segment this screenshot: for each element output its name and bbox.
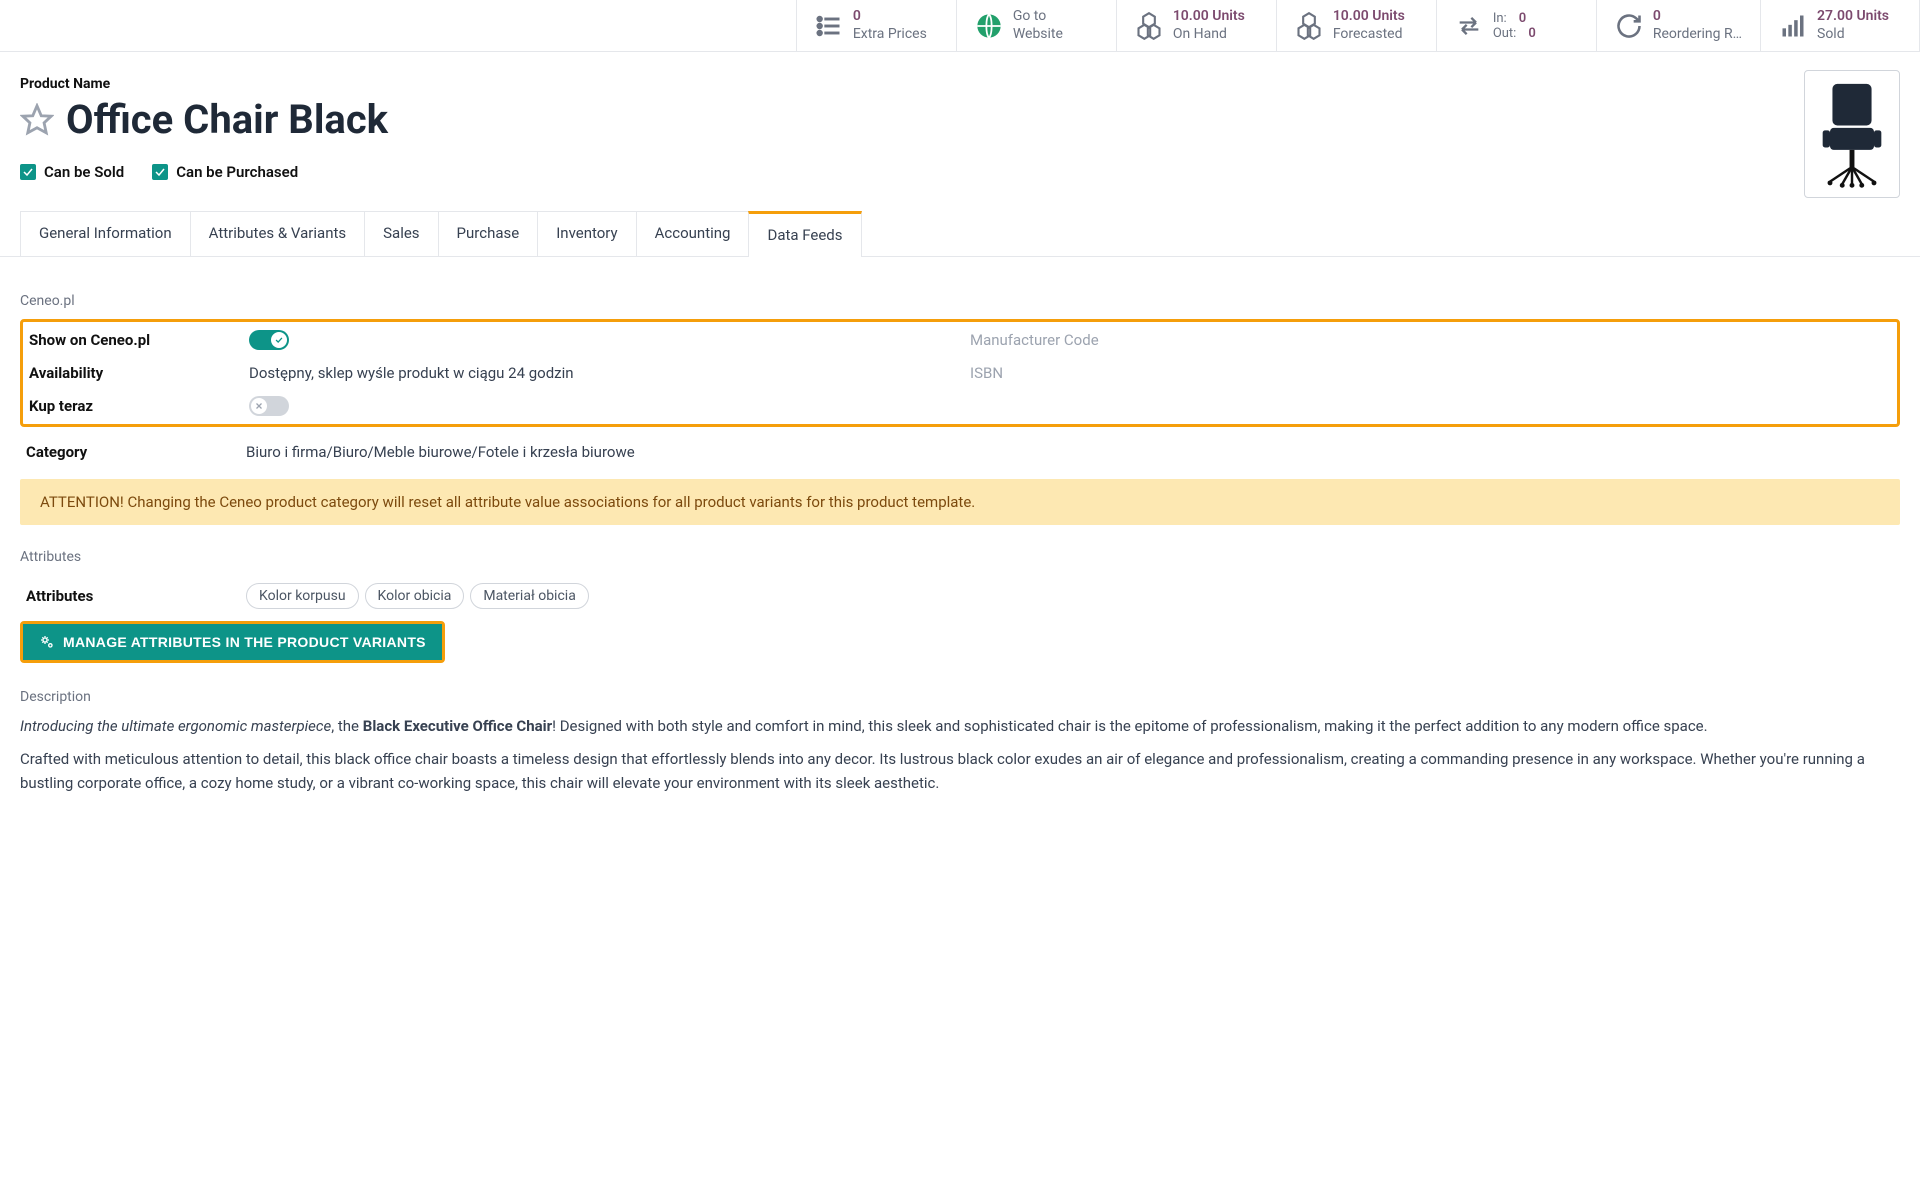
product-image[interactable] [1804, 70, 1900, 198]
product-header: Product Name Office Chair Black Can be S… [0, 52, 1920, 193]
tab-purchase[interactable]: Purchase [438, 211, 539, 256]
stat-website[interactable]: Go to Website [956, 0, 1116, 51]
category-warning-alert: ATTENTION! Changing the Ceneo product ca… [20, 479, 1900, 525]
section-attributes: Attributes [20, 549, 1900, 565]
tabs: General InformationAttributes & Variants… [0, 211, 1920, 257]
section-ceneo: Ceneo.pl [20, 293, 1900, 309]
section-description: Description [20, 689, 1900, 705]
stat-label: On Hand [1173, 26, 1245, 44]
tab-attributes-variants[interactable]: Attributes & Variants [190, 211, 365, 256]
show-on-ceneo-toggle[interactable] [249, 330, 289, 350]
attribute-tag[interactable]: Materiał obicia [470, 583, 588, 609]
availability-label: Availability [29, 364, 229, 382]
tab-accounting[interactable]: Accounting [636, 211, 750, 256]
attribute-tags[interactable]: Kolor korpusuKolor obiciaMateriał obicia [246, 583, 1894, 609]
bars-icon [1779, 12, 1807, 40]
desc-text: , the [331, 717, 363, 735]
check-icon [20, 164, 36, 180]
stat-label: Sold [1817, 26, 1889, 44]
tab-content-data-feeds: Ceneo.pl Show on Ceneo.pl Manufacturer C… [0, 257, 1920, 835]
highlight-box-ceneo: Show on Ceneo.pl Manufacturer Code Avail… [20, 319, 1900, 427]
attribute-tag[interactable]: Kolor obicia [365, 583, 465, 609]
transfer-icon [1455, 12, 1483, 40]
stat-label: Reordering R… [1653, 26, 1742, 44]
attribute-tag[interactable]: Kolor korpusu [246, 583, 359, 609]
refresh-icon [1615, 12, 1643, 40]
stat-sold[interactable]: 27.00 Units Sold [1760, 0, 1920, 51]
stat-value: 10.00 Units [1333, 8, 1405, 26]
tab-general-information[interactable]: General Information [20, 211, 191, 256]
stat-forecasted[interactable]: 10.00 Units Forecasted [1276, 0, 1436, 51]
description-paragraph-2: Crafted with meticulous attention to det… [20, 748, 1900, 795]
stat-in-label: In: [1493, 11, 1507, 26]
highlight-box-manage: MANAGE ATTRIBUTES IN THE PRODUCT VARIANT… [20, 621, 445, 663]
stat-label: Forecasted [1333, 26, 1405, 44]
check-icon [152, 164, 168, 180]
star-icon[interactable] [20, 103, 54, 137]
desc-text: ! Designed with both style and comfort i… [552, 717, 1707, 735]
stat-extra-prices[interactable]: 0 Extra Prices [796, 0, 956, 51]
stat-row: 0 Extra Prices Go to Website 10.00 Units… [0, 0, 1920, 52]
show-on-ceneo-label: Show on Ceneo.pl [29, 331, 229, 349]
tab-sales[interactable]: Sales [364, 211, 438, 256]
kup-teraz-label: Kup teraz [29, 397, 229, 415]
description-paragraph-1: Introducing the ultimate ergonomic maste… [20, 715, 1900, 738]
stat-value: 27.00 Units [1817, 8, 1889, 26]
stat-value: 10.00 Units [1173, 8, 1245, 26]
list-icon [815, 12, 843, 40]
manufacturer-code-label: Manufacturer Code [970, 331, 1170, 349]
isbn-label: ISBN [970, 364, 1170, 382]
desc-bold: Black Executive Office Chair [363, 717, 552, 735]
stat-reordering[interactable]: 0 Reordering R… [1596, 0, 1760, 51]
availability-value[interactable]: Dostępny, sklep wyśle produkt w ciągu 24… [249, 364, 950, 382]
stat-in-value: 0 [1519, 11, 1526, 26]
category-label: Category [26, 443, 226, 461]
stat-out-label: Out: [1493, 26, 1517, 41]
can-be-purchased-checkbox[interactable]: Can be Purchased [152, 163, 298, 181]
product-name-label: Product Name [20, 76, 1900, 92]
manage-attributes-button[interactable]: MANAGE ATTRIBUTES IN THE PRODUCT VARIANT… [23, 624, 442, 660]
attributes-label: Attributes [26, 587, 226, 605]
boxes-icon [1135, 12, 1163, 40]
checkbox-label: Can be Purchased [176, 163, 298, 181]
stat-in-out[interactable]: In:0 Out:0 [1436, 0, 1596, 51]
tab-inventory[interactable]: Inventory [537, 211, 636, 256]
stat-label: Extra Prices [853, 26, 927, 44]
stat-label: Go to [1013, 8, 1063, 26]
tab-data-feeds[interactable]: Data Feeds [748, 211, 861, 256]
stat-value: 0 [1653, 8, 1742, 26]
stat-on-hand[interactable]: 10.00 Units On Hand [1116, 0, 1276, 51]
boxes-icon [1295, 12, 1323, 40]
product-title[interactable]: Office Chair Black [66, 96, 388, 143]
globe-icon [975, 12, 1003, 40]
button-label: MANAGE ATTRIBUTES IN THE PRODUCT VARIANT… [63, 634, 426, 650]
stat-value: 0 [853, 8, 927, 26]
stat-out-value: 0 [1528, 26, 1535, 41]
desc-lead: Introducing the ultimate ergonomic maste… [20, 717, 331, 735]
gears-icon [39, 634, 55, 650]
can-be-sold-checkbox[interactable]: Can be Sold [20, 163, 124, 181]
stat-label: Website [1013, 26, 1063, 44]
checkbox-label: Can be Sold [44, 163, 124, 181]
category-value[interactable]: Biuro i firma/Biuro/Meble biurowe/Fotele… [246, 443, 1894, 461]
kup-teraz-toggle[interactable] [249, 396, 289, 416]
